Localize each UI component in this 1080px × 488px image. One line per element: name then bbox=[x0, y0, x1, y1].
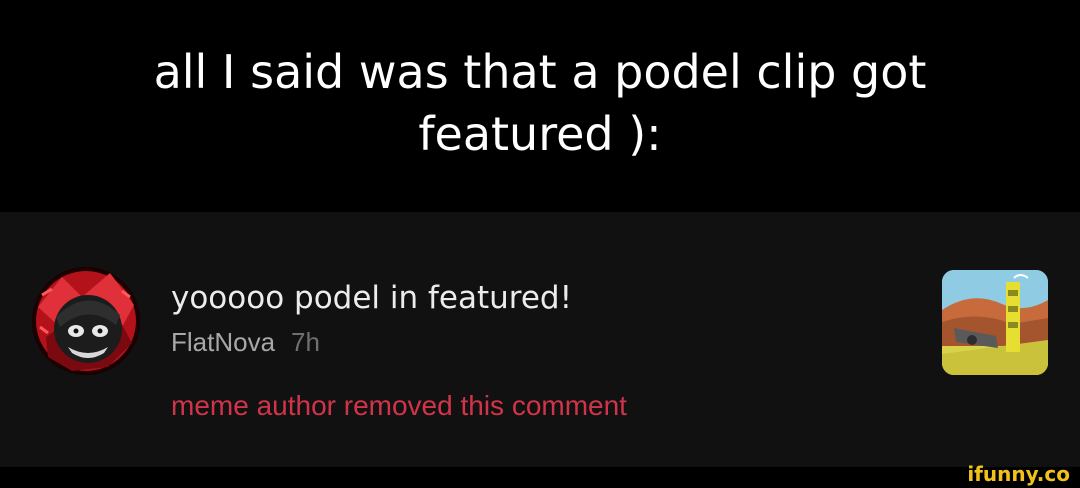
comment-author[interactable]: FlatNova bbox=[171, 327, 275, 357]
caption-text: all I said was that a podel clip got fea… bbox=[153, 45, 927, 161]
meme-thumbnail[interactable] bbox=[942, 270, 1048, 375]
thumbnail-image bbox=[942, 270, 1048, 375]
ifunny-watermark: ifunny.co bbox=[967, 462, 1070, 486]
comment-text: yooooo podel in featured! bbox=[171, 280, 573, 316]
avatar-image bbox=[32, 267, 140, 375]
comment-meta: FlatNova 7h bbox=[171, 327, 320, 357]
user-avatar[interactable] bbox=[32, 267, 140, 375]
bottom-strip bbox=[0, 467, 1080, 488]
meme-caption: all I said was that a podel clip got fea… bbox=[0, 0, 1080, 212]
removed-notice: meme author removed this comment bbox=[171, 390, 627, 421]
comment-card: yooooo podel in featured! FlatNova 7h mem… bbox=[0, 212, 1080, 467]
comment-age: 7h bbox=[291, 327, 320, 357]
